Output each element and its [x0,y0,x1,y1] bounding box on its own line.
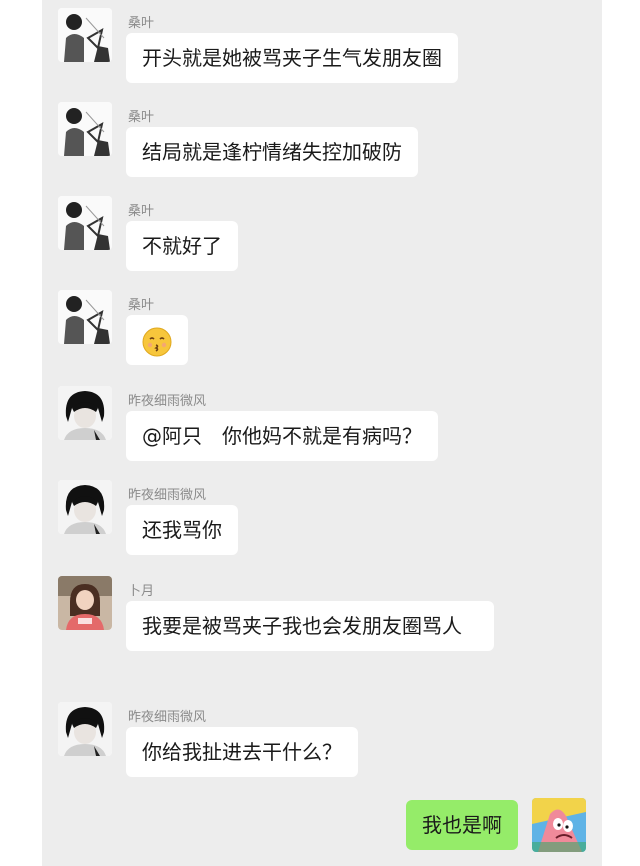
sender-name: 桑叶 [128,298,155,313]
avatar[interactable] [58,196,112,250]
message-bubble[interactable]: 不就好了 [126,221,238,271]
bw-manga-avatar-icon [58,102,112,156]
bw-manga-avatar-icon [58,196,112,250]
avatar[interactable] [58,8,112,62]
kissing-emoji-icon [142,327,172,356]
message-bubble[interactable]: 还我骂你 [126,505,238,555]
message-bubble[interactable]: 你给我扯进去干什么？ [126,727,358,777]
message-bubble[interactable]: 结局就是逢柠情绪失控加破防 [126,127,418,177]
dark-hair-avatar-icon [58,480,112,534]
photo-girl-avatar-icon [58,576,112,630]
bw-manga-avatar-icon [58,8,112,62]
message-bubble[interactable]: 我要是被骂夹子我也会发朋友圈骂人 [126,601,494,651]
avatar[interactable] [58,576,112,630]
message-bubble[interactable] [126,315,188,365]
sender-name: 昨夜细雨微风 [128,394,207,409]
sender-name: 昨夜细雨微风 [128,710,207,725]
chat-area[interactable]: 桑叶 开头就是她被骂夹子生气发朋友圈 桑叶 结局就是逢柠情绪失控加破防 桑叶 不… [42,0,602,866]
sender-name: 桑叶 [128,204,155,219]
patrick-star-avatar-icon [532,798,586,852]
avatar[interactable] [58,480,112,534]
message-bubble[interactable]: @阿只 你他妈不就是有病吗？ [126,411,438,461]
sender-name: 桑叶 [128,110,155,125]
sender-name: 卜月 [128,584,155,599]
avatar[interactable] [58,290,112,344]
sender-name: 昨夜细雨微风 [128,488,207,503]
avatar[interactable] [58,102,112,156]
sender-name: 桑叶 [128,16,155,31]
message-bubble[interactable]: 开头就是她被骂夹子生气发朋友圈 [126,33,458,83]
self-message-bubble[interactable]: 我也是啊 [406,800,518,850]
avatar[interactable] [58,702,112,756]
dark-hair-avatar-icon [58,702,112,756]
dark-hair-avatar-icon [58,386,112,440]
bw-manga-avatar-icon [58,290,112,344]
self-avatar[interactable] [532,798,586,852]
avatar[interactable] [58,386,112,440]
